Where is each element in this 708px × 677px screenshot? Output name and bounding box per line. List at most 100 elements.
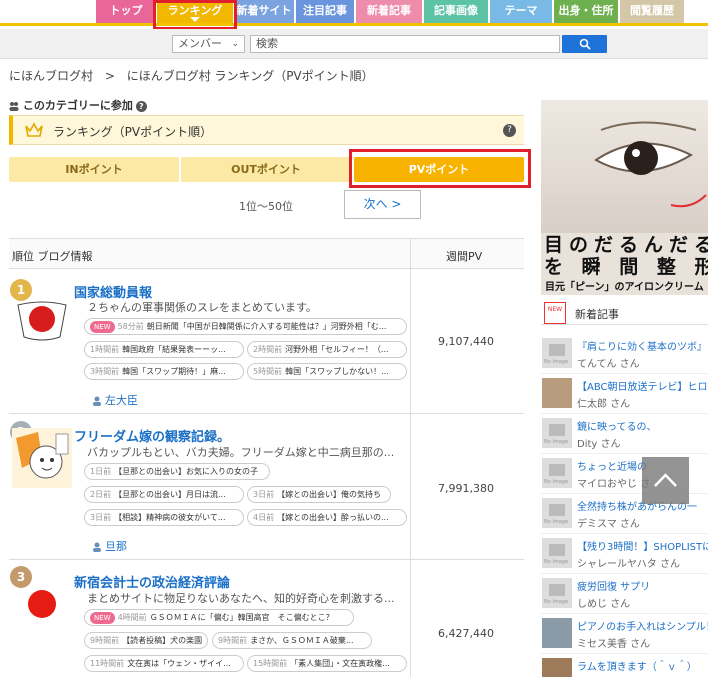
image-placeholder-icon	[549, 504, 565, 516]
join-category-label: このカテゴリーに参加	[22, 99, 133, 112]
article-author: Dity さん	[577, 439, 621, 450]
post-time: 9時間前	[90, 636, 120, 645]
user-icon	[93, 542, 101, 552]
column-pv-header: 週間PV	[446, 250, 483, 263]
recent-post-link[interactable]: 1日前 【旦那との出会い】お気に入りの女の子	[84, 463, 270, 480]
article-title: 【残り3時間！】SHOPLISTに	[577, 542, 708, 553]
weekly-pv-value: 6,427,440	[438, 627, 494, 640]
breadcrumb-current: にほんブログ村 ランキング（PVポイント順）	[126, 69, 374, 83]
new-article-item[interactable]: ラムを頂きます（＾ｖ＾）	[541, 654, 708, 677]
recent-post-link[interactable]: 11時間前 文在寅は「ウェン・ザイイ...	[84, 655, 244, 672]
tab-in-points[interactable]: INポイント	[9, 157, 179, 182]
help-icon[interactable]: ?	[503, 124, 516, 137]
post-title: まさか、ＧＳＯＭＩＡ破棄...	[250, 636, 354, 645]
breadcrumb-home[interactable]: にほんブログ村	[9, 69, 93, 83]
post-time: 4日前	[253, 513, 275, 522]
no-image-thumbnail: No Image	[542, 338, 572, 368]
blog-thumbnail[interactable]	[12, 428, 72, 488]
no-image-label: No Image	[544, 559, 569, 565]
article-title: 『肩こりに効く基本のツボ』	[577, 342, 707, 353]
nav-tab-theme[interactable]: テーマ	[490, 0, 552, 23]
recent-post-link[interactable]: 3時間前 韓国「スワップ期待！」麻...	[84, 363, 244, 380]
scroll-to-top-button[interactable]	[642, 457, 689, 504]
search-type-value: メンバー	[178, 37, 222, 50]
search-input[interactable]: 検索	[250, 35, 560, 53]
recent-post-link[interactable]: 15時間前 「素人集団」・文在寅政権...	[247, 655, 407, 672]
blog-title-link[interactable]: フリーダム嫁の観察記録。	[74, 426, 230, 445]
recent-post-link[interactable]: 4日前 【嫁との出会い】酔っ払いの...	[247, 509, 407, 526]
join-category-link[interactable]: このカテゴリーに参加?	[9, 97, 147, 113]
search-icon	[579, 38, 591, 50]
rising-sun-bowl-icon	[17, 301, 67, 341]
blog-thumbnail[interactable]	[12, 297, 72, 357]
article-title: ピアノのお手入れはシンプル！	[577, 622, 708, 633]
tab-out-points[interactable]: OUTポイント	[181, 157, 351, 182]
recent-post-link[interactable]: 9時間前 まさか、ＧＳＯＭＩＡ破棄...	[212, 632, 372, 649]
blog-author[interactable]: 旦那	[93, 538, 127, 554]
post-title: 【嫁との出会い】俺の気持ち	[277, 490, 382, 499]
post-time: 58分前	[117, 322, 144, 331]
nav-tab-new-sites[interactable]: 新着サイト	[234, 0, 294, 23]
image-placeholder-icon	[549, 464, 565, 476]
new-article-item[interactable]: ピアノのお手入れはシンプル！ ミセス美香 さん	[541, 614, 708, 654]
post-time: 2時間前	[253, 345, 283, 354]
nav-tab-hometown[interactable]: 出身・住所	[554, 0, 618, 23]
next-page-button[interactable]: 次へ >	[344, 190, 421, 219]
article-title: 疲労回復 サプリ	[577, 582, 651, 593]
post-title: 【嫁との出会い】酔っ払いの...	[277, 513, 389, 522]
post-title: 「素人集団」・文在寅政権...	[290, 659, 390, 668]
recent-post-link[interactable]: NEW 4時間前 ＧＳＯＭＩＡに「偏む」韓国高官 そこ偏むとこ？	[84, 609, 354, 626]
highlight-box-ranking-tab	[153, 0, 237, 30]
recent-post-link[interactable]: 5時間前 韓国「スワップしかない！...	[247, 363, 407, 380]
post-time: 2日前	[90, 490, 112, 499]
rank-range: 1位〜50位	[239, 200, 293, 213]
top-nav: トップ ランキング 新着サイト 注目記事 新着記事 記事画像 テーマ 出身・住所…	[0, 0, 708, 26]
post-title: 韓国政府「結果発表ーーッ...	[122, 345, 226, 354]
nav-tab-top[interactable]: トップ	[96, 0, 156, 23]
no-image-thumbnail: No Image	[542, 498, 572, 528]
recent-post-link[interactable]: 3日前 【相談】精神病の彼女がいて...	[84, 509, 244, 526]
article-thumbnail	[542, 378, 572, 408]
no-image-thumbnail: No Image	[542, 418, 572, 448]
help-icon[interactable]: ?	[135, 100, 147, 112]
search-button[interactable]	[562, 35, 607, 53]
ad-subtitle: 目元「ピーン」のアイロンクリーム	[545, 282, 704, 293]
image-placeholder-icon	[549, 344, 565, 356]
blog-description: バカップルもとい、バカ夫婦。フリーダム嫁と中二病旦那の...	[87, 446, 395, 459]
post-time: 4時間前	[117, 613, 147, 622]
article-author: マイロおやじ さ	[577, 479, 651, 490]
blog-author[interactable]: 左大臣	[93, 392, 138, 408]
search-type-select[interactable]: メンバー ⌄	[172, 35, 245, 53]
recent-post-link[interactable]: 2時間前 河野外相「セルフィー！（...	[247, 341, 407, 358]
new-article-item[interactable]: No Image 『肩こりに効く基本のツボ』 てんてん さん	[541, 334, 708, 374]
blog-thumbnail[interactable]	[12, 580, 72, 640]
blog-title-link[interactable]: 新宿会計士の政治経済評論	[74, 572, 230, 591]
article-author: てんてん さん	[577, 359, 640, 370]
ad-headline: 目のだるんだる	[544, 234, 708, 256]
new-article-item[interactable]: No Image 疲労回復 サプリ しめじ さん	[541, 574, 708, 614]
ranking-header: ランキング（PVポイント順） ?	[9, 115, 524, 145]
new-article-item[interactable]: No Image 鏡に映ってるの、 Dity さん	[541, 414, 708, 454]
new-article-item[interactable]: 【ABC朝日放送テレビ】ヒロド 仁太郎 さん	[541, 374, 708, 414]
recent-post-link[interactable]: 2日前 【旦那との出会い】月日は流...	[84, 486, 244, 503]
nav-tab-new-articles[interactable]: 新着記事	[356, 0, 422, 23]
post-time: 1時間前	[90, 345, 120, 354]
nav-tab-article-images[interactable]: 記事画像	[424, 0, 488, 23]
ad-banner[interactable]: 目のだるんだる を 瞬 間 整 形 目元「ピーン」のアイロンクリーム	[541, 100, 708, 295]
recent-post-link[interactable]: 1時間前 韓国政府「結果発表ーーッ...	[84, 341, 244, 358]
post-title: 【旦那との出会い】お気に入りの女の子	[114, 467, 259, 476]
no-image-label: No Image	[544, 599, 569, 605]
blog-description: まとめサイトに物足りないあなたへ、知的好奇心を刺激する...	[87, 592, 395, 605]
new-article-item[interactable]: No Image 【残り3時間！】SHOPLISTに シャレールヤハタ さん	[541, 534, 708, 574]
no-image-label: No Image	[544, 439, 569, 445]
nav-tab-history[interactable]: 閲覧履歴	[620, 0, 684, 23]
post-title: ＧＳＯＭＩＡに「偏む」韓国高官 そこ偏むとこ？	[149, 613, 334, 622]
recent-post-link[interactable]: NEW 58分前 朝日新聞「中国が日韓関係に介入する可能性は？」河野外相「む...	[84, 318, 407, 335]
new-badge: NEW	[90, 321, 115, 333]
recent-post-link[interactable]: 3日前 【嫁との出会い】俺の気持ち	[247, 486, 391, 503]
nav-tab-featured[interactable]: 注目記事	[296, 0, 354, 23]
weekly-pv-value: 9,107,440	[438, 335, 494, 348]
image-placeholder-icon	[549, 544, 565, 556]
chevron-up-icon	[654, 473, 677, 487]
recent-post-link[interactable]: 9時間前 【読者投稿】犬の楽園	[84, 632, 208, 649]
